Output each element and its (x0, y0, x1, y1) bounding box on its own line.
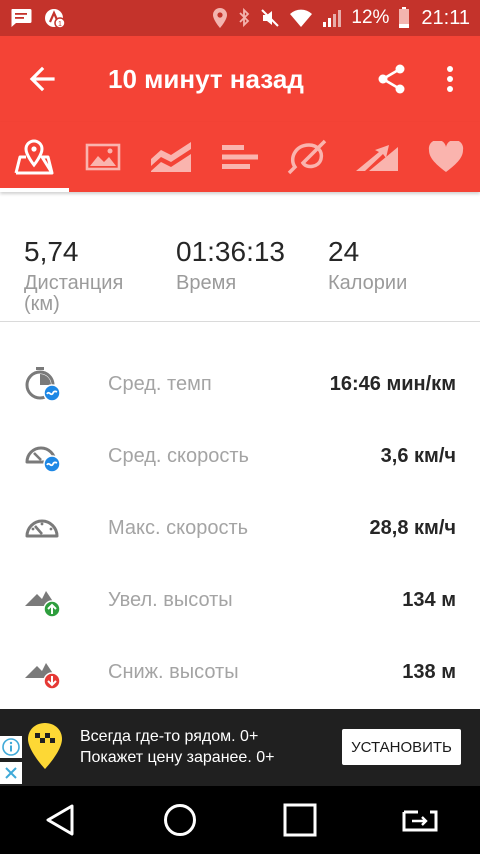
tab-splits[interactable] (206, 122, 275, 192)
time-label: Время (176, 272, 237, 294)
tab-map[interactable] (0, 122, 69, 192)
wifi-icon (289, 8, 313, 28)
metric-label: Макс. скорость (108, 516, 249, 539)
share-button[interactable] (366, 36, 418, 122)
mute-icon (260, 7, 280, 29)
distance-stat: 5,74 Дистанция (км) (24, 236, 123, 314)
ad-banner[interactable]: Всегда где-то рядом. 0+ Покажет цену зар… (0, 709, 480, 786)
tab-heart-rate[interactable] (411, 122, 480, 192)
nav-home-button[interactable] (140, 786, 220, 854)
metric-label: Сред. темп (108, 372, 212, 395)
bars-icon (222, 145, 259, 169)
signal-icon (322, 8, 342, 28)
back-arrow-icon (29, 66, 55, 92)
tab-photos[interactable] (69, 122, 138, 192)
more-vert-icon (447, 66, 453, 92)
ad-line-1: Всегда где-то рядом. 0+ (80, 728, 259, 745)
distance-value: 5,74 (24, 236, 79, 267)
tab-route[interactable] (274, 122, 343, 192)
distance-unit: (км) (24, 293, 60, 315)
battery-icon (398, 7, 410, 29)
more-options-button[interactable] (428, 36, 472, 122)
metric-label: Сред. скорость (108, 444, 249, 467)
time-stat: 01:36:13 Время (176, 236, 285, 296)
close-icon (5, 767, 17, 779)
nav-switch-apps-button[interactable] (380, 786, 460, 854)
ad-line-2: Покажет цену заранее. 0+ (80, 749, 275, 766)
tab-charts[interactable] (137, 122, 206, 192)
list-item: Увел. высоты 134 м (0, 564, 480, 636)
ad-close-button[interactable] (0, 762, 22, 784)
summary-panel: 5,74 Дистанция (км) 01:36:13 Время 24 Ка… (0, 192, 480, 322)
back-button[interactable] (0, 36, 84, 122)
page-title: 10 минут назад (108, 63, 304, 94)
svg-text:1: 1 (58, 21, 62, 28)
calories-label: Калории (328, 272, 408, 294)
clock: 21:11 (421, 6, 470, 29)
time-value: 01:36:13 (176, 236, 285, 267)
metrics-list: Сред. темп 16:46 мин/км Сред. скорость 3… (0, 348, 480, 708)
nav-recents-button[interactable] (260, 786, 340, 854)
bluetooth-icon (237, 7, 251, 29)
navigation-bar (0, 786, 480, 854)
photo-icon (85, 143, 121, 171)
status-bar: 1 12% 21:11 (0, 0, 480, 36)
list-item: Сред. темп 16:46 мин/км (0, 348, 480, 420)
map-icon (14, 139, 54, 175)
battery-percent: 12% (351, 7, 390, 28)
notification-icon: 1 (44, 7, 66, 29)
switch-apps-icon (402, 810, 438, 832)
list-item: Сниж. высоты 138 м (0, 636, 480, 708)
share-icon (378, 64, 405, 94)
message-icon (10, 8, 32, 28)
ad-info-button[interactable] (0, 736, 22, 758)
list-item: Макс. скорость 28,8 км/ч (0, 492, 480, 564)
heart-icon (428, 141, 463, 172)
metric-value: 28,8 км/ч (369, 516, 456, 539)
metric-label: Увел. высоты (108, 588, 233, 611)
taxi-logo-icon (28, 723, 62, 769)
calories-value: 24 (328, 236, 360, 267)
metric-value: 138 м (402, 660, 456, 683)
app-bar: 10 минут назад (0, 36, 480, 122)
install-button[interactable]: УСТАНОВИТЬ (342, 729, 461, 765)
avg-pace-icon (25, 367, 61, 402)
nav-back-button[interactable] (20, 786, 100, 854)
metric-value: 3,6 км/ч (380, 444, 456, 467)
info-icon (2, 738, 20, 756)
list-item: Сред. скорость 3,6 км/ч (0, 420, 480, 492)
ad-text: Всегда где-то рядом. 0+ Покажет цену зар… (80, 726, 274, 768)
metric-label: Сниж. высоты (108, 660, 239, 683)
tab-elevation[interactable] (343, 122, 412, 192)
route-icon (287, 139, 326, 175)
avg-speed-icon (25, 446, 61, 473)
metric-value: 16:46 мин/км (329, 372, 456, 395)
elevation-loss-icon (25, 663, 61, 690)
calories-stat: 24 Калории (328, 236, 407, 296)
location-icon (212, 7, 228, 29)
recents-square-icon (283, 803, 317, 837)
chart-icon (151, 142, 192, 172)
max-speed-icon (25, 519, 59, 538)
elevation-icon (356, 145, 399, 171)
home-circle-icon (164, 804, 196, 836)
tab-bar (0, 122, 480, 192)
metric-value: 134 м (402, 588, 456, 611)
back-triangle-icon (46, 804, 74, 836)
elevation-gain-icon (25, 591, 61, 618)
